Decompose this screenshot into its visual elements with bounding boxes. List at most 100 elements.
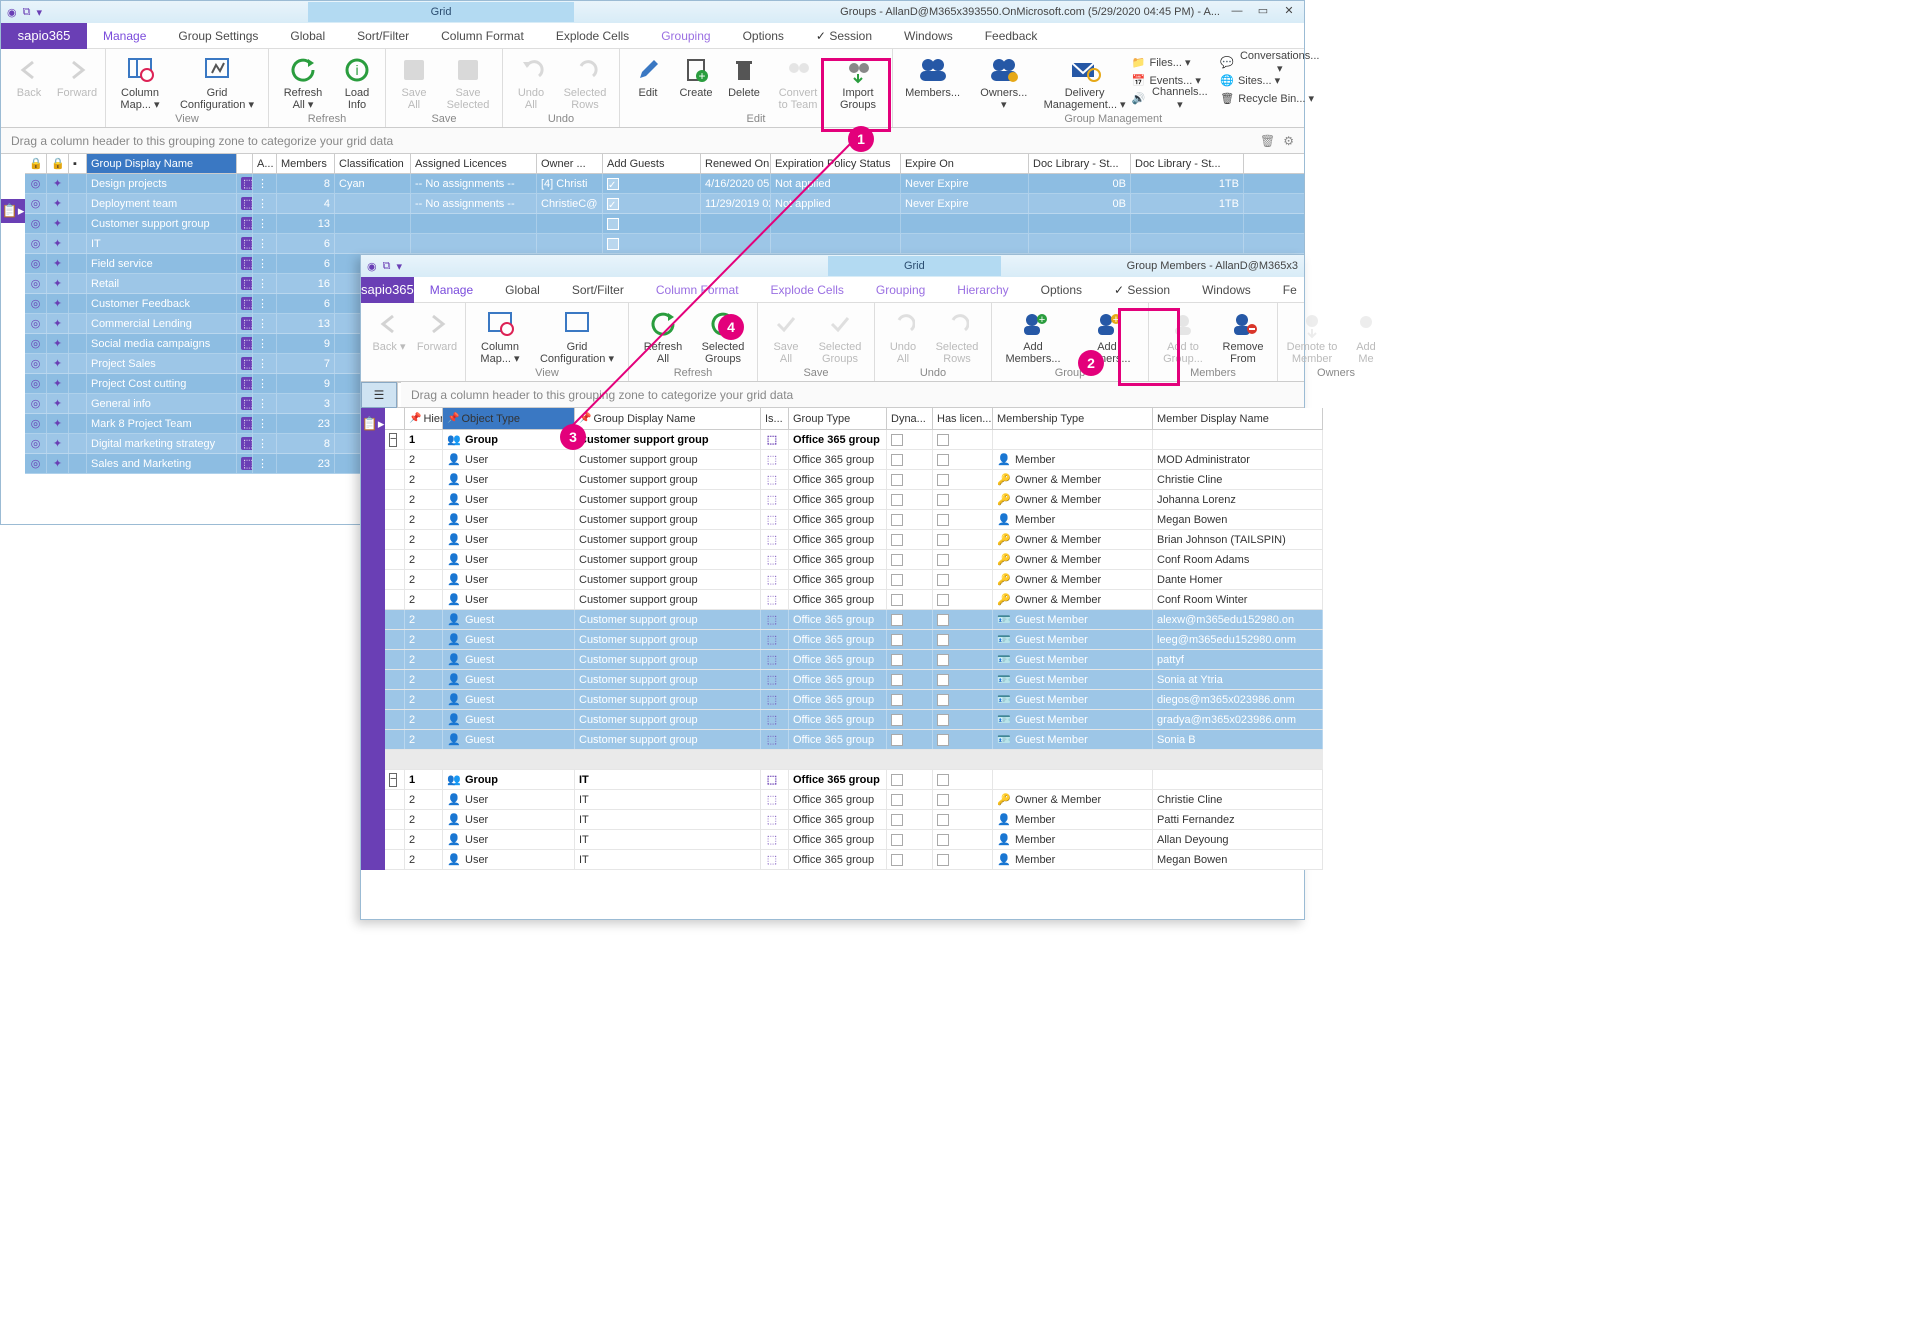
delete-button[interactable]: Delete <box>722 53 766 111</box>
refresh-all-button[interactable]: RefreshAll ▾ <box>275 53 331 111</box>
tab-sort-filter[interactable]: Sort/Filter <box>341 23 425 49</box>
clipboard-sidebar-icon-w2[interactable]: 📋▸ <box>361 412 385 436</box>
table-row[interactable]: 2👤UserIT⬚Office 365 group🔑Owner & Member… <box>385 790 1323 810</box>
mini-recycle-button[interactable]: 🗑Recycle Bin... ▾ <box>1220 89 1320 107</box>
mini-sites-button[interactable]: 🌐Sites... ▾ <box>1220 71 1286 89</box>
col-header-11[interactable]: Renewed On <box>701 154 771 173</box>
edit-button[interactable]: Edit <box>626 53 670 111</box>
tab-w2-explode-cells[interactable]: Explode Cells <box>755 277 860 303</box>
members-button[interactable]: Members... <box>899 53 966 111</box>
tab-windows[interactable]: Windows <box>888 23 969 49</box>
col-header-10[interactable]: Add Guests <box>603 154 701 173</box>
mini-files-button[interactable]: 📁Files... ▾ <box>1132 53 1197 71</box>
accessibility-icon[interactable]: ◉ <box>7 6 17 19</box>
copy-icon[interactable]: ⧉ <box>383 260 391 273</box>
create-button[interactable]: +Create <box>674 53 718 111</box>
undo-selected-w2[interactable]: SelectedRows <box>929 307 985 365</box>
col-header-7[interactable]: Classification <box>335 154 411 173</box>
col-header-13[interactable]: Expire On <box>901 154 1029 173</box>
tab-w2-session[interactable]: Session <box>1098 277 1186 303</box>
view-tree-toggle[interactable]: ☰ <box>361 382 397 408</box>
tab-group-settings[interactable]: Group Settings <box>162 23 274 49</box>
tab-column-format[interactable]: Column Format <box>425 23 540 49</box>
app-name-w1[interactable]: sapio365 <box>1 23 87 49</box>
copy-icon[interactable]: ⧉ <box>23 6 31 19</box>
close-button[interactable]: ✕ <box>1280 5 1298 19</box>
tab-w2-column-format[interactable]: Column Format <box>640 277 755 303</box>
tab-w2-hierarchy[interactable]: Hierarchy <box>941 277 1024 303</box>
owners-button[interactable]: Owners...▾ <box>970 53 1037 111</box>
col-header-9[interactable]: Owner ... <box>537 154 603 173</box>
forward-button-w2[interactable]: Forward <box>415 307 459 353</box>
col-header-w2-7[interactable]: Has licen... <box>933 408 993 429</box>
tab-session[interactable]: Session <box>800 23 888 49</box>
table-row[interactable]: 2👤GuestCustomer support group⬚Office 365… <box>385 690 1323 710</box>
col-header-6[interactable]: Members <box>277 154 335 173</box>
tab-w2-grouping[interactable]: Grouping <box>860 277 941 303</box>
save-all-w2[interactable]: SaveAll <box>764 307 808 365</box>
table-row[interactable]: −1👥GroupCustomer support group⬚Office 36… <box>385 430 1323 450</box>
table-row[interactable]: 2👤UserIT⬚Office 365 group👤MemberPatti Fe… <box>385 810 1323 830</box>
save-selected-w2[interactable]: SelectedGroups <box>812 307 868 365</box>
col-header-0[interactable]: 🔒 <box>25 154 47 173</box>
col-header-5[interactable]: A... <box>253 154 277 173</box>
col-header-8[interactable]: Assigned Licences <box>411 154 537 173</box>
undo-all-w2[interactable]: UndoAll <box>881 307 925 365</box>
col-header-w2-5[interactable]: Group Type <box>789 408 887 429</box>
col-header-w2-4[interactable]: Is... <box>761 408 789 429</box>
col-header-3[interactable]: Group Display Name <box>87 154 237 173</box>
add-me-button[interactable]: AddMe <box>1344 307 1388 365</box>
mini-conv-button[interactable]: 💬Conversations... ▾ <box>1220 53 1327 71</box>
mini-channels-button[interactable]: 🔊Channels... ▾ <box>1132 89 1216 107</box>
col-header-14[interactable]: Doc Library - St... <box>1029 154 1131 173</box>
minimize-button[interactable]: — <box>1228 5 1246 19</box>
save-all-button[interactable]: SaveAll <box>392 53 436 111</box>
table-row[interactable] <box>385 750 1323 770</box>
tab-w2-global[interactable]: Global <box>489 277 556 303</box>
grid-config-button-w2[interactable]: GridConfiguration ▾ <box>532 307 622 365</box>
col-header-15[interactable]: Doc Library - St... <box>1131 154 1244 173</box>
refresh-all-w2[interactable]: RefreshAll <box>635 307 691 365</box>
table-row[interactable]: ◎✦Design projects⬚⋮8Cyan-- No assignment… <box>25 174 1304 194</box>
table-row[interactable]: −1👥GroupIT⬚Office 365 group <box>385 770 1323 790</box>
group-zone-w1[interactable]: Drag a column header to this grouping zo… <box>1 128 1304 154</box>
dropdown-icon[interactable]: ▾ <box>396 260 402 273</box>
table-row[interactable]: 2👤UserCustomer support group⬚Office 365 … <box>385 570 1323 590</box>
load-info-button[interactable]: iLoadInfo <box>335 53 379 111</box>
remove-from-button[interactable]: RemoveFrom <box>1215 307 1271 365</box>
col-header-w2-8[interactable]: Membership Type <box>993 408 1153 429</box>
col-header-w2-1[interactable]: Hier... <box>405 408 443 429</box>
tab-global[interactable]: Global <box>274 23 341 49</box>
col-header-4[interactable] <box>237 154 253 173</box>
tab-w2-sort-filter[interactable]: Sort/Filter <box>556 277 640 303</box>
tab-grouping[interactable]: Grouping <box>645 23 726 49</box>
col-header-w2-3[interactable]: Group Display Name <box>575 408 761 429</box>
col-header-1[interactable]: 🔒 <box>47 154 69 173</box>
back-button-w2[interactable]: Back ▾ <box>367 307 411 353</box>
forward-button[interactable]: Forward <box>55 53 99 99</box>
demote-button[interactable]: Demote toMember <box>1284 307 1340 365</box>
table-row[interactable]: 2👤UserCustomer support group⬚Office 365 … <box>385 490 1323 510</box>
delivery-mgmt-button[interactable]: DeliveryManagement... ▾ <box>1041 53 1127 111</box>
col-header-w2-0[interactable] <box>385 408 405 429</box>
tab-w2-fe[interactable]: Fe <box>1267 277 1313 303</box>
back-button[interactable]: Back <box>7 53 51 99</box>
col-header-2[interactable]: ▪ <box>69 154 87 173</box>
table-row[interactable]: 2👤UserIT⬚Office 365 group👤MemberAllan De… <box>385 830 1323 850</box>
maximize-button[interactable]: ▭ <box>1254 5 1272 19</box>
clipboard-sidebar-icon[interactable]: 📋▸ <box>1 199 25 223</box>
col-header-w2-6[interactable]: Dyna... <box>887 408 933 429</box>
table-row[interactable]: 2👤UserIT⬚Office 365 group👤MemberMegan Bo… <box>385 850 1323 870</box>
table-row[interactable]: 2👤GuestCustomer support group⬚Office 365… <box>385 630 1323 650</box>
table-row[interactable]: 2👤GuestCustomer support group⬚Office 365… <box>385 610 1323 630</box>
save-selected-button[interactable]: SaveSelected <box>440 53 496 111</box>
column-map-button[interactable]: ColumnMap... ▾ <box>112 53 168 111</box>
app-name-w2[interactable]: sapio365 <box>361 277 414 303</box>
table-row[interactable]: 2👤UserCustomer support group⬚Office 365 … <box>385 470 1323 490</box>
tab-w2-windows[interactable]: Windows <box>1186 277 1267 303</box>
undo-all-button[interactable]: UndoAll <box>509 53 553 111</box>
table-row[interactable]: 2👤UserCustomer support group⬚Office 365 … <box>385 590 1323 610</box>
gear-icon[interactable]: ⚙ <box>1283 134 1294 148</box>
add-members-button[interactable]: +AddMembers... <box>998 307 1068 365</box>
tab-feedback[interactable]: Feedback <box>969 23 1054 49</box>
